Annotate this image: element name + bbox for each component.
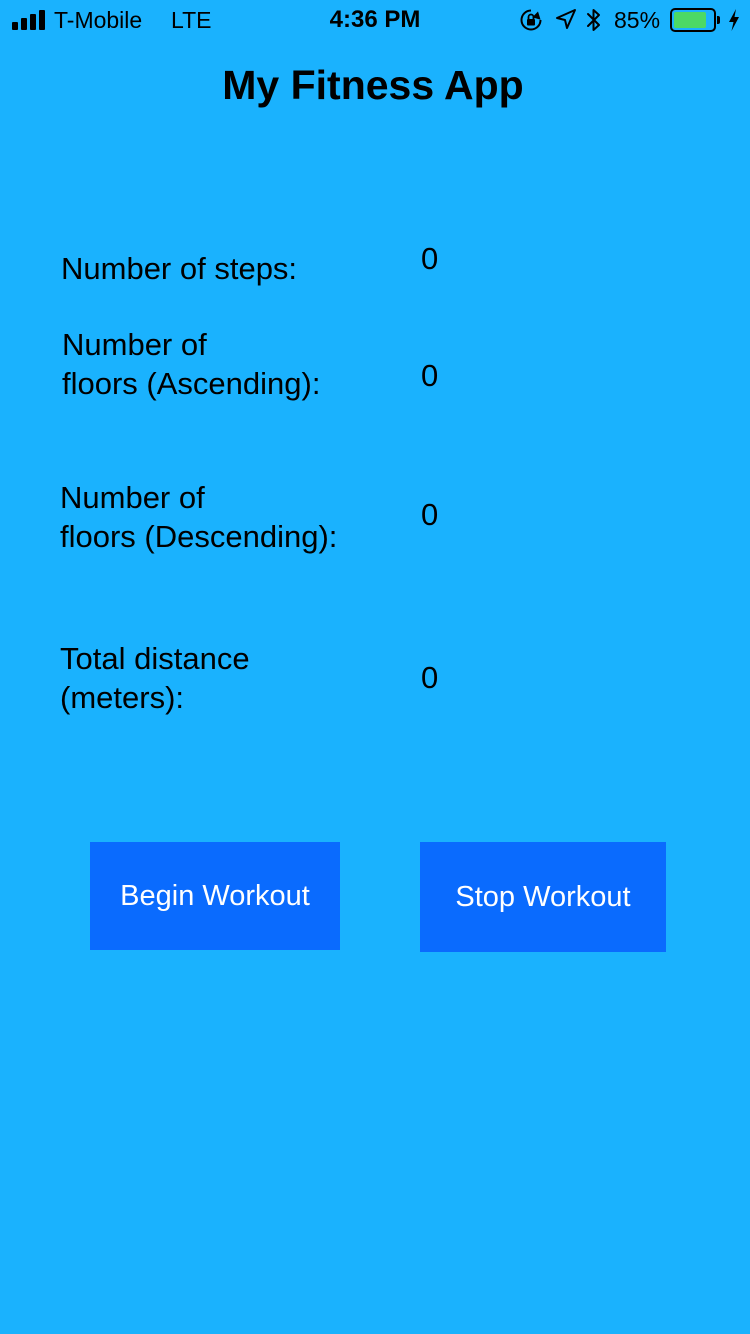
floors-ascending-value: 0 <box>421 358 439 393</box>
distance-label-line2: (meters): <box>60 680 184 715</box>
floors-ascending-label-line1: Number of <box>62 327 207 362</box>
distance-label-line1: Total distance <box>60 641 250 676</box>
floors-descending-value: 0 <box>421 497 439 532</box>
floors-descending-label-line2: floors (Descending): <box>60 519 338 554</box>
rotation-lock-icon <box>520 9 542 31</box>
battery-level <box>674 12 707 28</box>
floors-ascending-label-line2: floors (Ascending): <box>62 366 321 401</box>
steps-label: Number of steps: <box>61 249 297 288</box>
page-title: My Fitness App <box>222 62 524 108</box>
floors-descending-label: Number of floors (Descending): <box>60 478 337 556</box>
status-bar: T-Mobile LTE 4:36 PM 85% <box>0 0 750 40</box>
battery-percent: 85% <box>614 7 661 33</box>
distance-value: 0 <box>421 660 439 695</box>
location-icon <box>556 9 576 29</box>
begin-workout-button[interactable]: Begin Workout <box>90 842 340 950</box>
charging-icon <box>729 9 739 31</box>
bluetooth-icon <box>587 9 600 31</box>
steps-label-line: Number of steps: <box>61 251 298 286</box>
floors-ascending-label: Number of floors (Ascending): <box>62 325 320 403</box>
stop-workout-button[interactable]: Stop Workout <box>420 842 666 952</box>
distance-label: Total distance (meters): <box>60 639 250 717</box>
floors-descending-label-line1: Number of <box>60 480 205 515</box>
battery-icon <box>670 8 720 32</box>
steps-value: 0 <box>421 241 439 276</box>
fitness-screen: T-Mobile LTE 4:36 PM 85% My Fitness App <box>0 0 750 1334</box>
